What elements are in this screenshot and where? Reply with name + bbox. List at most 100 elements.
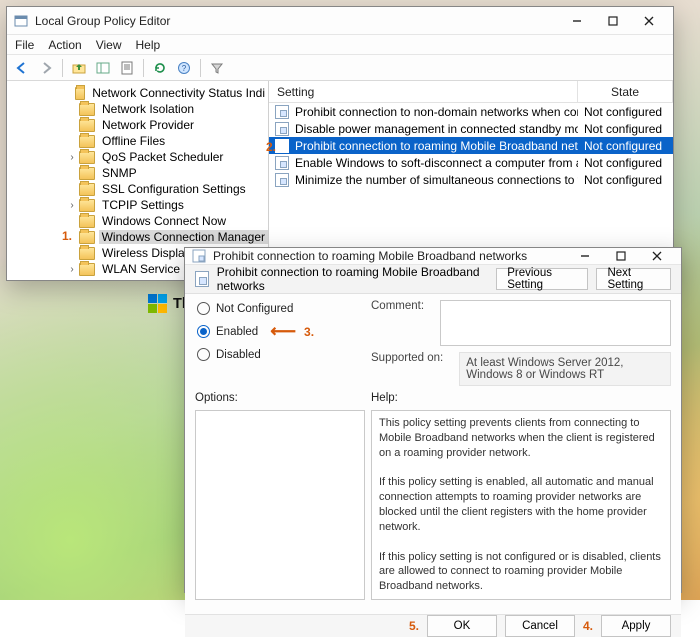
tree-node[interactable]: Network Provider — [67, 117, 268, 133]
dialog-maximize-button[interactable] — [603, 248, 639, 264]
gpedit-titlebar[interactable]: Local Group Policy Editor — [7, 7, 673, 35]
options-panel[interactable] — [195, 410, 365, 600]
apply-button[interactable]: Apply — [601, 615, 671, 637]
list-row[interactable]: Prohibit connection to roaming Mobile Br… — [269, 137, 673, 154]
radio-not-configured[interactable]: Not Configured — [197, 302, 365, 315]
tree-node[interactable]: Network Connectivity Status Indi — [67, 85, 268, 101]
list-header[interactable]: Setting State — [269, 81, 673, 103]
list-row[interactable]: Minimize the number of simultaneous conn… — [269, 171, 673, 188]
folder-icon — [79, 263, 95, 276]
col-setting[interactable]: Setting — [269, 81, 578, 102]
policy-item-icon — [275, 105, 289, 119]
annotation-1: 1. — [62, 229, 72, 243]
gpedit-toolbar: ? — [7, 55, 673, 81]
tree-node-label: TCPIP Settings — [99, 198, 187, 212]
tree-twisty-icon[interactable]: › — [67, 152, 77, 163]
radio-icon — [197, 325, 210, 338]
folder-icon — [75, 87, 85, 100]
menu-file[interactable]: File — [15, 38, 34, 52]
tree-node-label: SNMP — [99, 166, 140, 180]
tree-node[interactable]: Windows Connect Now — [67, 213, 268, 229]
folder-icon — [79, 215, 95, 228]
close-button[interactable] — [631, 7, 667, 34]
tree-node[interactable]: Windows Connection Manager — [67, 229, 268, 245]
dialog-title: Prohibit connection to roaming Mobile Br… — [213, 249, 527, 263]
tree-node[interactable]: Offline Files — [67, 133, 268, 149]
gpedit-title: Local Group Policy Editor — [35, 14, 170, 28]
list-row[interactable]: Enable Windows to soft-disconnect a comp… — [269, 154, 673, 171]
tree-node[interactable]: › TCPIP Settings — [67, 197, 268, 213]
dialog-titlebar[interactable]: Prohibit connection to roaming Mobile Br… — [185, 248, 681, 265]
tree-node-label: Windows Connection Manager — [99, 230, 268, 244]
tree-node[interactable]: › QoS Packet Scheduler — [67, 149, 268, 165]
radio-disabled[interactable]: Disabled — [197, 348, 365, 361]
annotation-arrow-icon: ⟵ — [270, 321, 296, 342]
row-setting: Enable Windows to soft-disconnect a comp… — [295, 156, 578, 170]
tree-node-label: Network Connectivity Status Indi — [89, 86, 268, 100]
row-state: Not configured — [578, 173, 673, 187]
dialog-footer: 5. OK Cancel 4. Apply — [185, 614, 681, 637]
row-state: Not configured — [578, 105, 673, 119]
tree-twisty-icon[interactable]: › — [67, 200, 77, 211]
tree-node-label: SSL Configuration Settings — [99, 182, 249, 196]
radio-icon — [197, 302, 210, 315]
radio-label: Not Configured — [216, 303, 293, 315]
annotation-3: 3. — [304, 325, 314, 339]
folder-icon — [79, 167, 95, 180]
next-setting-button[interactable]: Next Setting — [596, 268, 671, 290]
folder-icon — [79, 199, 95, 212]
policy-item-icon — [191, 248, 207, 264]
help-panel[interactable]: This policy setting prevents clients fro… — [371, 410, 671, 600]
show-hide-tree-icon[interactable] — [92, 57, 114, 79]
row-setting: Minimize the number of simultaneous conn… — [295, 173, 578, 187]
menu-view[interactable]: View — [96, 38, 122, 52]
list-row[interactable]: Disable power management in connected st… — [269, 120, 673, 137]
menu-help[interactable]: Help — [136, 38, 161, 52]
tree-node[interactable]: SSL Configuration Settings — [67, 181, 268, 197]
dialog-subheader: Prohibit connection to roaming Mobile Br… — [185, 265, 681, 294]
menu-action[interactable]: Action — [48, 38, 81, 52]
policy-item-icon — [195, 271, 209, 287]
row-state: Not configured — [578, 122, 673, 136]
annotation-5: 5. — [409, 619, 419, 633]
windows-logo-icon — [148, 294, 167, 313]
ok-button[interactable]: OK — [427, 615, 497, 637]
folder-icon — [79, 183, 95, 196]
filter-icon[interactable] — [206, 57, 228, 79]
col-state[interactable]: State — [578, 81, 673, 102]
minimize-button[interactable] — [559, 7, 595, 34]
supported-on-label: Supported on: — [371, 352, 451, 364]
previous-setting-button[interactable]: Previous Setting — [496, 268, 588, 290]
maximize-button[interactable] — [595, 7, 631, 34]
annotation-2: 2. — [266, 140, 276, 154]
comment-label: Comment: — [371, 300, 432, 346]
folder-icon — [79, 135, 95, 148]
tree-node[interactable]: SNMP — [67, 165, 268, 181]
tree-twisty-icon[interactable]: › — [67, 264, 77, 275]
back-button[interactable] — [11, 57, 33, 79]
tree-node-label: Network Isolation — [99, 102, 197, 116]
tree-node-label: Windows Connect Now — [99, 214, 229, 228]
cancel-button[interactable]: Cancel — [505, 615, 575, 637]
gpedit-menubar: File Action View Help — [7, 35, 673, 55]
forward-button[interactable] — [35, 57, 57, 79]
dialog-close-button[interactable] — [639, 248, 675, 264]
help-icon[interactable]: ? — [173, 57, 195, 79]
up-level-icon[interactable] — [68, 57, 90, 79]
tree-node[interactable]: Network Isolation — [67, 101, 268, 117]
tree-node-label: Offline Files — [99, 134, 168, 148]
row-setting: Prohibit connection to non-domain networ… — [295, 105, 578, 119]
folder-icon — [79, 231, 95, 244]
radio-enabled[interactable]: Enabled ⟵ 3. — [197, 321, 365, 342]
properties-icon[interactable] — [116, 57, 138, 79]
radio-icon — [197, 348, 210, 361]
dialog-minimize-button[interactable] — [567, 248, 603, 264]
folder-icon — [79, 247, 95, 260]
supported-on-text: At least Windows Server 2012, Windows 8 … — [459, 352, 671, 386]
list-row[interactable]: Prohibit connection to non-domain networ… — [269, 103, 673, 120]
dialog-subtitle: Prohibit connection to roaming Mobile Br… — [217, 265, 480, 293]
policy-item-icon — [275, 139, 289, 153]
tree-node-label: QoS Packet Scheduler — [99, 150, 226, 164]
refresh-icon[interactable] — [149, 57, 171, 79]
comment-textarea[interactable] — [440, 300, 671, 346]
